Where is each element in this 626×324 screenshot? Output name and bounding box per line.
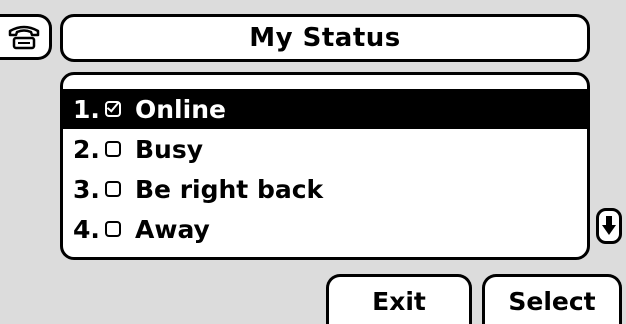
item-number: 2. bbox=[73, 134, 100, 164]
item-number: 3. bbox=[73, 174, 100, 204]
unchecked-box-icon bbox=[105, 181, 121, 197]
item-label: Be right back bbox=[135, 174, 324, 204]
select-softkey[interactable]: Select bbox=[482, 274, 622, 324]
page-title: My Status bbox=[249, 23, 401, 53]
exit-softkey-label: Exit bbox=[372, 287, 426, 316]
status-option-be-right-back[interactable]: 3. Be right back bbox=[63, 169, 587, 209]
status-option-online[interactable]: 1. Online bbox=[63, 89, 587, 129]
item-label: Busy bbox=[135, 134, 204, 164]
status-option-busy[interactable]: 2. Busy bbox=[63, 129, 587, 169]
scroll-down-button[interactable] bbox=[596, 208, 622, 244]
item-number: 4. bbox=[73, 214, 100, 244]
line-status-tab bbox=[0, 14, 52, 60]
checked-box-icon bbox=[105, 99, 121, 117]
unchecked-box-icon bbox=[105, 221, 121, 237]
item-label: Away bbox=[135, 214, 210, 244]
status-list: 1. Online 2. Busy 3. Be right back 4. Aw… bbox=[60, 72, 590, 260]
status-option-away[interactable]: 4. Away bbox=[63, 209, 587, 249]
handset-icon bbox=[8, 25, 40, 50]
title-bar: My Status bbox=[60, 14, 590, 62]
select-softkey-label: Select bbox=[508, 287, 596, 316]
item-label: Online bbox=[135, 94, 226, 124]
item-number: 1. bbox=[73, 94, 100, 124]
unchecked-box-icon bbox=[105, 141, 121, 157]
exit-softkey[interactable]: Exit bbox=[326, 274, 472, 324]
scroll-down-arrow-icon bbox=[602, 216, 616, 235]
